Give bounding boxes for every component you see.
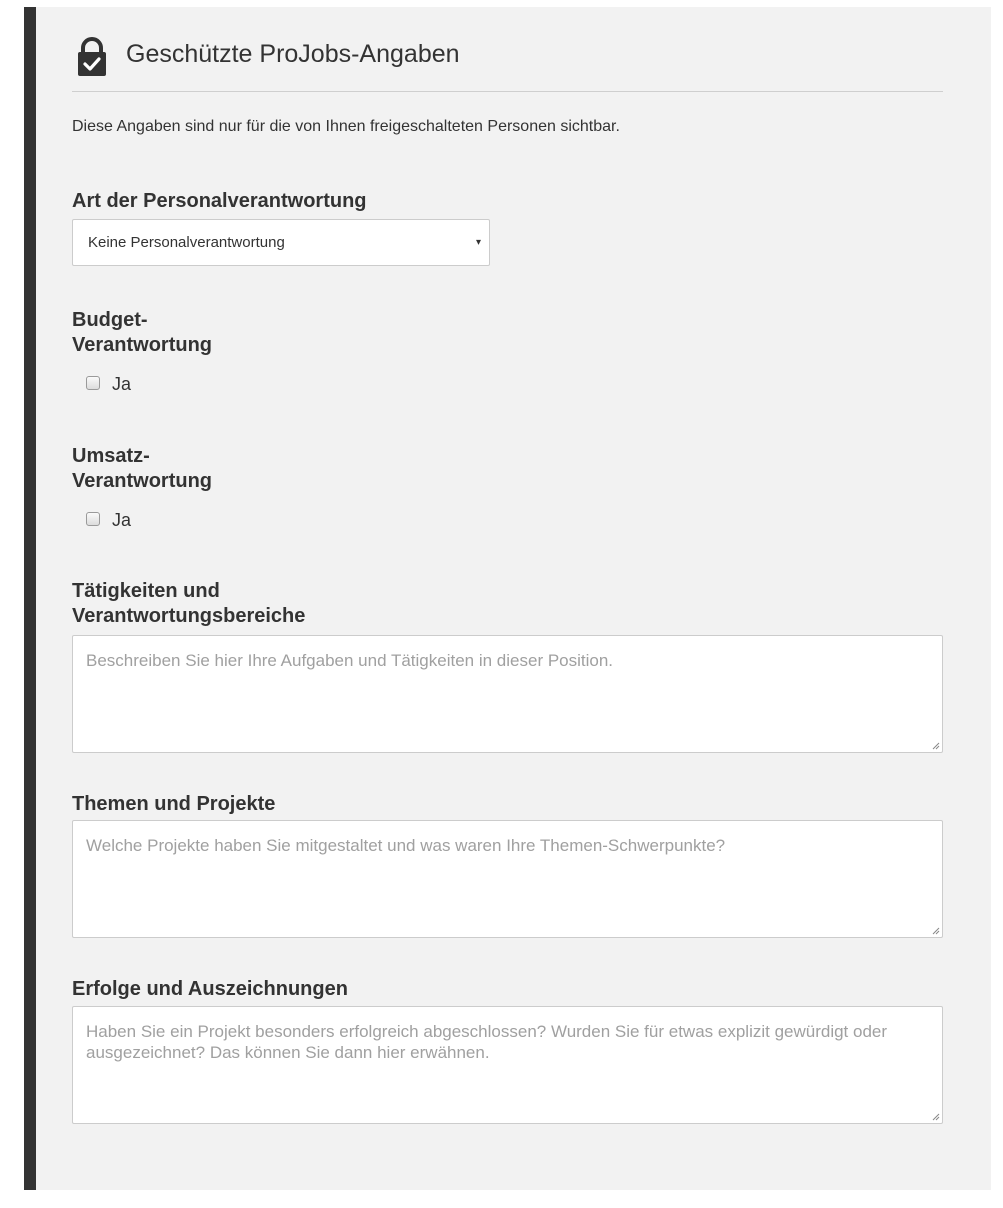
budget-checkbox-label: Ja	[112, 374, 132, 394]
chevron-down-icon: ▾	[475, 237, 481, 248]
protected-section-panel: Geschützte ProJobs-Angaben Diese Angaben…	[24, 7, 991, 1190]
revenue-label: Umsatz- Verantwortung	[72, 444, 212, 494]
budget-label: Budget- Verantwortung	[72, 308, 212, 358]
projects-placeholder: Welche Projekte haben Sie mitgestaltet u…	[86, 836, 726, 855]
resize-grip-icon[interactable]	[932, 1113, 940, 1121]
budget-checkbox[interactable]	[86, 375, 100, 390]
projects-label: Themen und Projekte	[72, 793, 276, 815]
achievements-textarea[interactable]: Haben Sie ein Projekt besonders erfolgre…	[72, 1006, 943, 1124]
resize-grip-icon[interactable]	[932, 742, 940, 750]
header-divider	[72, 91, 943, 92]
personnel-select[interactable]: Keine Personalverantwortung ▾	[72, 219, 490, 266]
projects-textarea[interactable]: Welche Projekte haben Sie mitgestaltet u…	[72, 820, 943, 938]
budget-label-line2: Verantwortung	[72, 334, 213, 356]
revenue-checkbox[interactable]	[86, 511, 100, 526]
revenue-label-line1: Umsatz-	[72, 445, 150, 467]
tasks-placeholder: Beschreiben Sie hier Ihre Aufgaben und T…	[86, 651, 614, 670]
section-header: Geschützte ProJobs-Angaben	[72, 29, 460, 79]
personnel-label: Art der Personalverantwortung	[72, 190, 367, 212]
section-title: Geschützte ProJobs-Angaben	[126, 39, 460, 68]
budget-label-line1: Budget-	[72, 309, 148, 331]
resize-grip-icon[interactable]	[932, 927, 940, 935]
revenue-label-line2: Verantwortung	[72, 470, 213, 492]
tasks-textarea[interactable]: Beschreiben Sie hier Ihre Aufgaben und T…	[72, 635, 943, 753]
lock-check-icon	[76, 37, 108, 77]
intro-text: Diese Angaben sind nur für die von Ihnen…	[72, 118, 620, 135]
tasks-label: Tätigkeiten und Verantwortungsbereiche	[72, 579, 305, 629]
personnel-select-value: Keine Personalverantwortung	[88, 234, 285, 251]
achievements-placeholder: Haben Sie ein Projekt besonders erfolgre…	[86, 1022, 888, 1062]
revenue-checkbox-row[interactable]: Ja	[86, 510, 131, 531]
budget-checkbox-row[interactable]: Ja	[86, 374, 131, 395]
achievements-label: Erfolge und Auszeichnungen	[72, 978, 348, 1000]
revenue-checkbox-label: Ja	[112, 510, 132, 530]
tasks-label-line1: Tätigkeiten und	[72, 580, 220, 602]
tasks-label-line2: Verantwortungsbereiche	[72, 605, 306, 627]
